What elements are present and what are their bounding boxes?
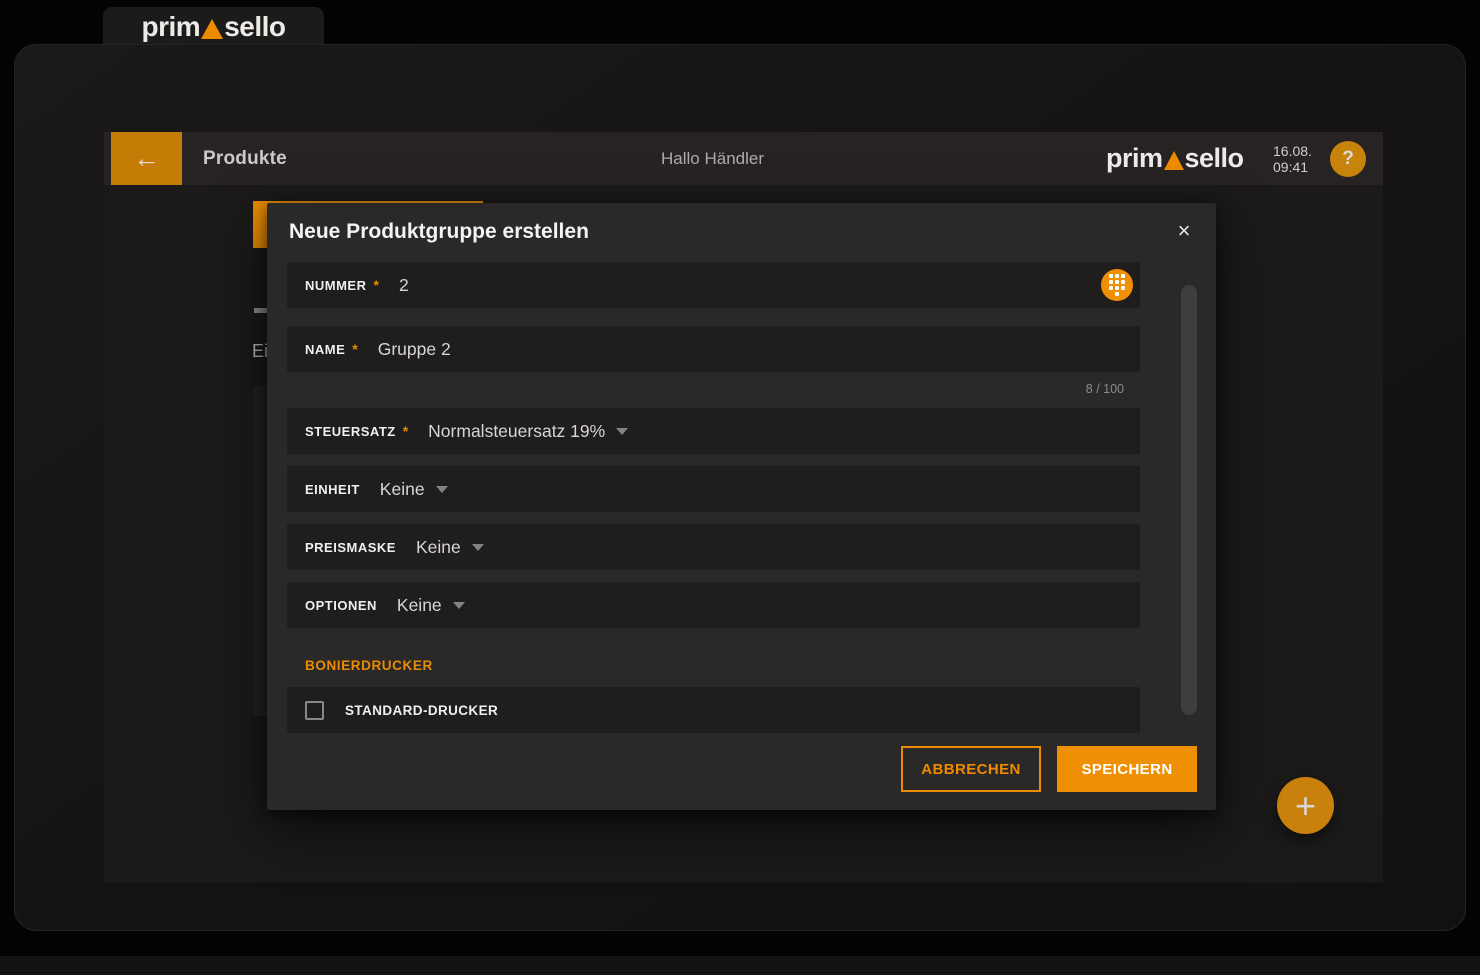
field-value: Keine bbox=[415, 536, 461, 557]
chevron-down-icon bbox=[616, 427, 629, 435]
field-optionen[interactable]: OPTIONEN Keine bbox=[287, 582, 1140, 628]
dialog-title: Neue Produktgruppe erstellen bbox=[289, 220, 589, 243]
chevron-down-icon bbox=[435, 485, 448, 493]
field-nummer[interactable]: NUMMER * 2 bbox=[287, 262, 1140, 308]
required-marker: * bbox=[352, 341, 358, 357]
numpad-button[interactable] bbox=[1101, 269, 1133, 301]
help-button[interactable]: ? bbox=[1330, 141, 1366, 177]
chevron-down-icon bbox=[452, 601, 465, 609]
question-mark-icon: ? bbox=[1342, 148, 1354, 169]
logo-triangle-icon bbox=[201, 18, 224, 39]
page-title: Produkte bbox=[203, 147, 287, 169]
logo-triangle-icon bbox=[1163, 151, 1184, 170]
field-steuersatz[interactable]: STEUERSATZ * Normalsteuersatz 19% bbox=[287, 408, 1140, 454]
back-arrow-icon: ← bbox=[133, 143, 160, 173]
standard-drucker-checkbox[interactable] bbox=[305, 700, 324, 720]
field-label: NUMMER bbox=[305, 277, 367, 293]
dialog-scrollbar[interactable] bbox=[1181, 285, 1197, 715]
field-value: Normalsteuersatz 19% bbox=[428, 420, 606, 441]
checkbox-label: STANDARD-DRUCKER bbox=[345, 702, 499, 718]
field-label: OPTIONEN bbox=[305, 597, 377, 613]
header-brand: prim sello bbox=[1106, 132, 1244, 185]
required-marker: * bbox=[373, 277, 379, 293]
field-label: NAME bbox=[305, 341, 346, 357]
cancel-button[interactable]: ABBRECHEN bbox=[901, 746, 1041, 792]
field-value: Gruppe 2 bbox=[377, 338, 451, 359]
required-marker: * bbox=[402, 423, 409, 439]
close-button[interactable]: × bbox=[1171, 218, 1197, 244]
field-preismaske[interactable]: PREISMASKE Keine bbox=[287, 524, 1140, 570]
add-button[interactable]: + bbox=[1277, 777, 1334, 834]
greeting-text: Hallo Händler bbox=[661, 148, 764, 168]
close-icon: × bbox=[1177, 218, 1191, 243]
browser-tab[interactable]: prim sello bbox=[103, 7, 324, 46]
char-counter: 8 / 100 bbox=[1085, 382, 1124, 396]
logo-text-prefix: prim bbox=[141, 10, 201, 42]
app-header: ← Produkte Hallo Händler prim sello 16.0… bbox=[104, 132, 1383, 185]
field-label: PREISMASKE bbox=[305, 539, 396, 555]
section-bonierdrucker: BONIERDRUCKER bbox=[305, 658, 433, 673]
field-label: EINHEIT bbox=[305, 481, 360, 497]
standard-drucker-row[interactable]: STANDARD-DRUCKER bbox=[287, 687, 1140, 733]
datetime: 16.08. 09:41 bbox=[1273, 132, 1312, 185]
date-text: 16.08. bbox=[1273, 142, 1312, 159]
field-einheit[interactable]: EINHEIT Keine bbox=[287, 466, 1140, 512]
logo-text-prefix: prim bbox=[1106, 143, 1163, 173]
logo-text-suffix: sello bbox=[224, 10, 286, 42]
primasello-logo: prim sello bbox=[141, 10, 287, 43]
create-product-group-dialog: Neue Produktgruppe erstellen × NUMMER * … bbox=[267, 203, 1216, 810]
field-name[interactable]: NAME * Gruppe 2 bbox=[287, 326, 1140, 372]
field-value: 2 bbox=[398, 274, 409, 295]
field-value: Keine bbox=[396, 594, 442, 615]
save-button[interactable]: SPEICHERN bbox=[1057, 746, 1197, 792]
logo-text-suffix: sello bbox=[1184, 143, 1245, 173]
screen-bottom-reflection bbox=[0, 956, 1480, 975]
field-label: STEUERSATZ bbox=[305, 423, 396, 439]
back-button[interactable]: ← bbox=[111, 132, 182, 185]
field-value: Keine bbox=[379, 478, 425, 499]
time-text: 09:41 bbox=[1273, 158, 1309, 175]
plus-icon: + bbox=[1294, 784, 1317, 826]
screen: prim sello ← Produkte Hallo Händler prim… bbox=[0, 0, 1480, 975]
primasello-logo: prim sello bbox=[1106, 143, 1244, 174]
chevron-down-icon bbox=[471, 543, 484, 551]
dialpad-icon bbox=[1109, 274, 1125, 296]
